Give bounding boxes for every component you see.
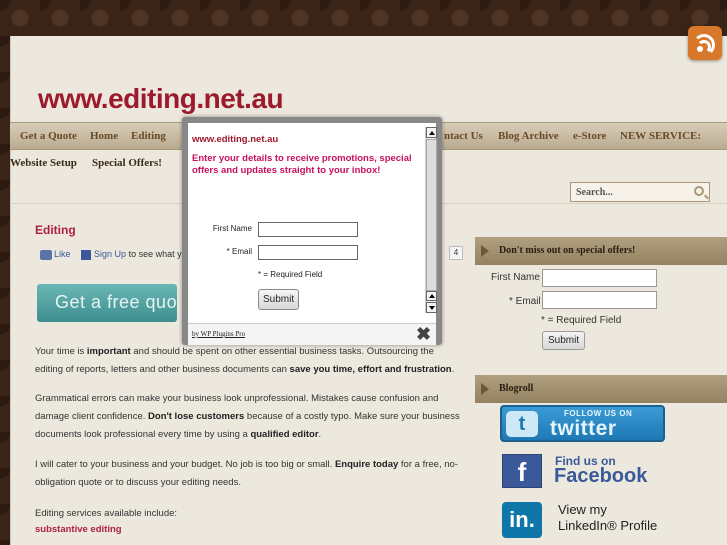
linkedin-icon: in. (502, 502, 542, 538)
popup-email-label: * Email (226, 247, 252, 256)
facebook-wordmark: Facebook (554, 465, 648, 487)
signup-popup: www.editing.net.au Enter your details to… (182, 117, 442, 345)
sidebar-required-note: * = Required Field (541, 315, 622, 326)
popup-first-name-input[interactable] (258, 222, 358, 237)
popup-submit-button[interactable]: Submit (258, 289, 300, 310)
linkedin-profile-button[interactable]: in. View my LinkedIn® Profile (500, 500, 670, 540)
popup-site-name: www.editing.net.au (192, 134, 279, 145)
paragraph-4: Editing services available include: (35, 508, 178, 519)
nav-blog-archive[interactable]: Blog Archive (498, 130, 559, 142)
nav-new-service[interactable]: NEW SERVICE: (620, 130, 701, 142)
sidebar-submit-button[interactable]: Submit (542, 331, 586, 350)
like-count: 4 (449, 246, 463, 260)
sidebar-first-name-label: First Name (491, 272, 540, 283)
popup-credit-link[interactable]: by WP Plugins Pro (192, 330, 245, 338)
nav-contact-us[interactable]: ntact Us (444, 130, 483, 142)
facebook-icon: f (502, 454, 542, 488)
fb-signup-link[interactable]: Sign Up (94, 249, 126, 259)
close-icon[interactable]: ✖ (416, 324, 431, 345)
paragraph-2: Grammatical errors can make your busines… (35, 393, 460, 440)
nav-special-offers[interactable]: Special Offers! (92, 157, 162, 169)
popup-promo-text: Enter your details to receive promotions… (192, 153, 412, 176)
fb-signup-text: to see what y (128, 249, 182, 259)
nav-website-setup[interactable]: Website Setup (10, 157, 77, 169)
blogroll-heading: Blogroll (475, 375, 727, 403)
popup-first-name-label: First Name (212, 224, 252, 233)
scroll-down-icon[interactable] (426, 302, 437, 313)
nav-home[interactable]: Home (90, 130, 118, 142)
nav-e-store[interactable]: e-Store (573, 130, 606, 142)
site-title[interactable]: www.editing.net.au (38, 83, 284, 115)
search-icon[interactable] (694, 186, 704, 196)
popup-body: www.editing.net.au Enter your details to… (188, 123, 424, 319)
popup-required-note: * = Required Field (258, 270, 323, 279)
facebook-find-us-button[interactable]: f Find us on Facebook (500, 452, 665, 490)
linkedin-view-label: View my (558, 502, 607, 517)
nav-editing[interactable]: Editing (131, 130, 166, 142)
sidebar-email-input[interactable] (542, 291, 657, 309)
popup-footer: by WP Plugins Pro ✖ (188, 323, 436, 345)
linkedin-profile-label: LinkedIn® Profile (558, 518, 658, 533)
get-a-free-quote-banner[interactable]: Get a free quot (37, 284, 177, 322)
sidebar-email-label: * Email (509, 296, 541, 307)
scroll-up-icon[interactable] (426, 127, 437, 138)
search-placeholder: Search... (576, 187, 613, 198)
offers-heading: Don't miss out on special offers! (475, 237, 727, 265)
facebook-like-icon[interactable] (40, 249, 52, 260)
scroll-up-icon[interactable] (426, 291, 437, 301)
post-title: Editing (35, 223, 76, 237)
link-substantive-editing[interactable]: substantive editing (35, 524, 122, 535)
rss-icon[interactable] (688, 26, 722, 60)
facebook-like-widget[interactable]: Like Sign Up to see what y (40, 249, 182, 260)
twitter-follow-button[interactable]: t FOLLOW US ON twitter (500, 405, 665, 442)
sidebar-first-name-input[interactable] (542, 269, 657, 287)
twitter-wordmark: twitter (550, 417, 617, 440)
popup-scrollbar[interactable] (425, 127, 437, 313)
facebook-icon (81, 249, 92, 260)
nav-get-a-quote[interactable]: Get a Quote (20, 130, 77, 142)
scroll-thumb[interactable] (426, 139, 437, 291)
like-label[interactable]: Like (54, 249, 71, 259)
paragraph-1: Your time is important and should be spe… (35, 346, 455, 375)
twitter-icon: t (506, 411, 538, 437)
paragraph-3: I will cater to your business and your b… (35, 459, 458, 488)
search-input[interactable]: Search... (570, 182, 710, 202)
popup-email-input[interactable] (258, 245, 358, 260)
